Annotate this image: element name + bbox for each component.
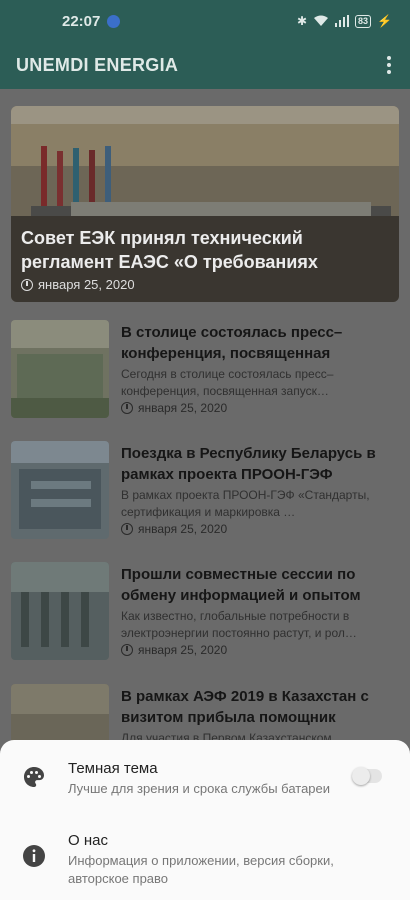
news-description: Как известно, глобальные потребности в э…	[121, 609, 357, 640]
news-title: Поездка в Республику Беларусь в рамках п…	[121, 445, 376, 483]
news-date: января 25, 2020	[121, 522, 227, 536]
app-bar: UNEMDI ENERGIA	[0, 44, 410, 89]
news-thumbnail	[11, 441, 109, 539]
news-thumbnail	[11, 320, 109, 418]
wifi-icon	[314, 15, 329, 26]
battery-icon: 83	[355, 14, 372, 28]
dark-theme-subtitle: Лучше для зрения и срока службы батареи	[68, 781, 331, 796]
clock-icon	[121, 644, 133, 656]
status-bar: 22:07 ✱ 83 ⚡	[0, 0, 410, 44]
news-title: В рамках АЭФ 2019 в Казахстан с визитом …	[121, 688, 369, 726]
news-title: В столице состоялась пресс–конференция, …	[121, 324, 343, 362]
app-title: UNEMDI ENERGIA	[16, 55, 179, 75]
news-description: В рамках проекта ПРООН-ГЭФ «Стандарты, с…	[121, 488, 370, 519]
charging-icon: ⚡	[377, 14, 392, 28]
news-title: Прошли совместные сессии по обмену инфор…	[121, 566, 361, 604]
dark-theme-toggle[interactable]	[352, 767, 382, 785]
more-vert-icon[interactable]	[386, 54, 392, 76]
news-item[interactable]: Прошли совместные сессии по обмену инфор…	[11, 562, 399, 662]
clock-icon	[121, 402, 133, 414]
news-date: января 25, 2020	[121, 401, 227, 415]
news-description: Сегодня в столице состоялась пресс–конфе…	[121, 367, 334, 398]
clock-icon	[21, 279, 33, 291]
news-item[interactable]: Поездка в Республику Беларусь в рамках п…	[11, 441, 399, 541]
palette-icon	[24, 767, 44, 787]
about-title: О нас	[68, 832, 108, 849]
settings-bottom-sheet: Темная тема Лучше для зрения и срока слу…	[0, 740, 410, 900]
location-icon	[107, 15, 120, 28]
featured-news-card[interactable]: Совет ЕЭК принял технический регламент Е…	[11, 106, 399, 302]
news-item[interactable]: В столице состоялась пресс–конференция, …	[11, 320, 399, 420]
featured-news-date: января 25, 2020	[21, 277, 135, 292]
dark-theme-title: Темная тема	[68, 760, 158, 777]
clock-icon	[121, 523, 133, 535]
news-date: января 25, 2020	[121, 643, 227, 657]
signal-icon	[335, 15, 350, 27]
bluetooth-icon: ✱	[296, 14, 308, 28]
news-thumbnail	[11, 562, 109, 660]
featured-news-title: Совет ЕЭК принял технический регламент Е…	[21, 228, 318, 272]
about-row[interactable]: О нас Информация о приложении, версия сб…	[0, 818, 410, 898]
dark-theme-row[interactable]: Темная тема Лучше для зрения и срока слу…	[0, 740, 410, 810]
status-time: 22:07	[62, 13, 101, 30]
system-icons: ✱ 83 ⚡	[297, 14, 392, 28]
info-icon	[23, 845, 45, 867]
about-subtitle: Информация о приложении, версия сборки, …	[68, 853, 334, 886]
